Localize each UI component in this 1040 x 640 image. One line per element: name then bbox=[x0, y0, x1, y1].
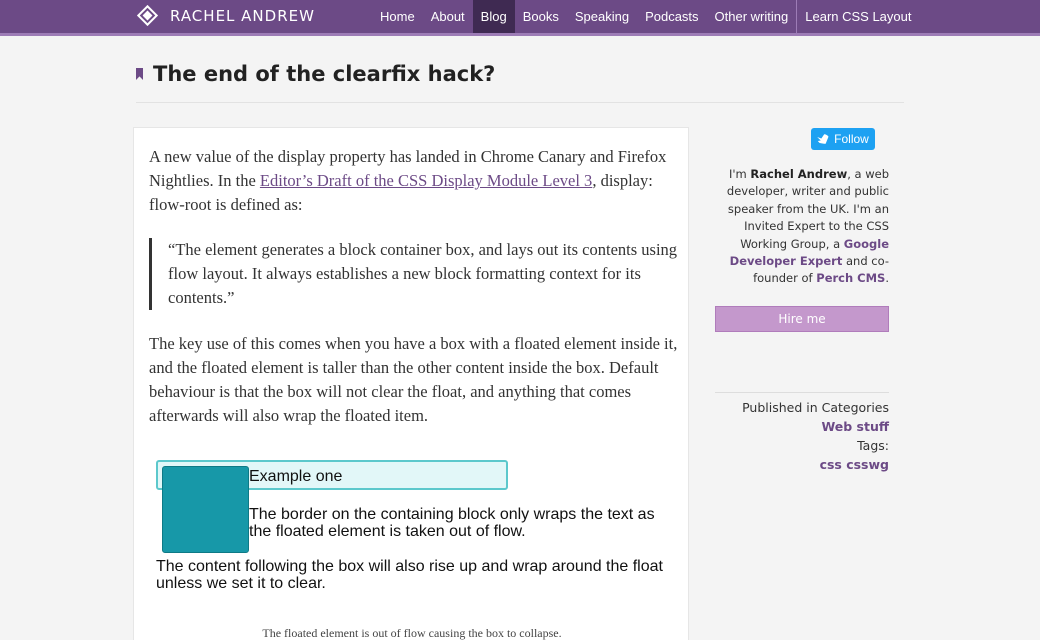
nav-learn-css-layout[interactable]: Learn CSS Layout bbox=[797, 0, 919, 33]
nav-podcasts[interactable]: Podcasts bbox=[637, 0, 706, 33]
category-link[interactable]: Web stuff bbox=[821, 419, 889, 434]
nav-home[interactable]: Home bbox=[372, 0, 423, 33]
diamond-logo-icon bbox=[136, 4, 159, 27]
article-card: A new value of the display property has … bbox=[133, 127, 689, 640]
nav-about[interactable]: About bbox=[423, 0, 473, 33]
follow-label: Follow bbox=[834, 132, 869, 146]
nav-books[interactable]: Books bbox=[515, 0, 567, 33]
perch-cms-link[interactable]: Perch CMS bbox=[816, 271, 885, 285]
twitter-bird-icon bbox=[817, 134, 830, 144]
main-nav: Home About Blog Books Speaking Podcasts … bbox=[372, 0, 919, 33]
figure-caption: The floated element is out of flow causi… bbox=[262, 626, 562, 640]
author-bio: I'm Rachel Andrew, a web developer, writ… bbox=[714, 166, 889, 288]
post-header: The end of the clearfix hack? bbox=[136, 62, 495, 86]
author-name: Rachel Andrew bbox=[750, 167, 848, 181]
site-brand[interactable]: RACHEL ANDREW bbox=[136, 4, 315, 27]
tags-wrapper: css csswg bbox=[714, 455, 889, 474]
intro-paragraph: A new value of the display property has … bbox=[149, 145, 679, 217]
css-display-spec-link[interactable]: Editor’s Draft of the CSS Display Module… bbox=[260, 171, 592, 190]
bookmark-icon bbox=[136, 68, 143, 80]
brand-name[interactable]: RACHEL ANDREW bbox=[170, 7, 315, 25]
bio-text: . bbox=[885, 271, 889, 286]
example-text-1: The border on the containing block only … bbox=[249, 506, 655, 540]
page-title: The end of the clearfix hack? bbox=[153, 62, 496, 86]
tag-links[interactable]: css csswg bbox=[820, 457, 889, 472]
tags-label: Tags: bbox=[857, 438, 889, 453]
example-label: Example one bbox=[249, 468, 343, 485]
body-paragraph: The key use of this comes when you have … bbox=[149, 334, 678, 425]
published-in-label: Published in Categories bbox=[742, 400, 889, 415]
title-divider bbox=[136, 102, 904, 103]
hire-me-button[interactable]: Hire me bbox=[715, 306, 889, 332]
twitter-follow-button[interactable]: Follow bbox=[811, 128, 875, 150]
nav-blog[interactable]: Blog bbox=[472, 0, 515, 33]
example-text-2: The content following the box will also … bbox=[156, 558, 663, 592]
nav-other-writing[interactable]: Other writing bbox=[707, 0, 797, 33]
category-link-wrapper: Web stuff bbox=[714, 417, 889, 436]
bio-text: I'm bbox=[729, 167, 751, 181]
float-example-image: Example one The border on the containing… bbox=[149, 448, 674, 620]
top-navigation-bar: RACHEL ANDREW Home About Blog Books Spea… bbox=[0, 0, 1040, 36]
sidebar-divider bbox=[715, 392, 889, 393]
example-floated-element bbox=[162, 466, 249, 553]
spec-quote: “The element generates a block container… bbox=[149, 238, 679, 310]
nav-speaking[interactable]: Speaking bbox=[567, 0, 637, 33]
